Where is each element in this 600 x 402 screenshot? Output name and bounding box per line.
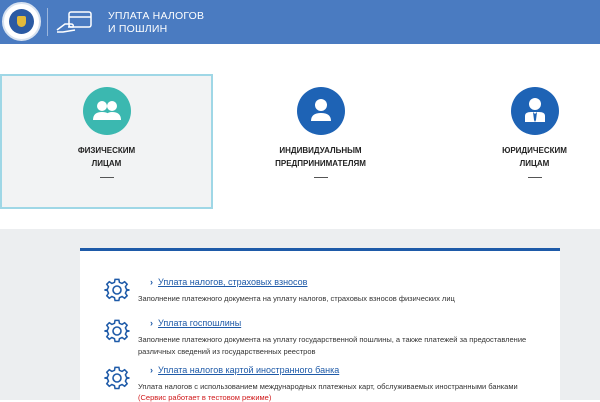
- services-panel: › Уплата налогов, страховых взносов Запол…: [80, 248, 560, 402]
- card-payment-icon: [56, 11, 92, 33]
- category-entrepreneurs[interactable]: ИНДИВИДУАЛЬНЫМ ПРЕДПРИНИМАТЕЛЯМ: [214, 74, 427, 209]
- service-link[interactable]: › Уплата налогов картой иностранного банк…: [150, 365, 339, 375]
- category-label-line2: ЛИЦАМ: [519, 159, 550, 168]
- gear-icon: [104, 319, 130, 343]
- category-label: ИНДИВИДУАЛЬНЫМ ПРЕДПРИНИМАТЕЛЯМ: [214, 144, 427, 170]
- eagle-shield-icon: [17, 16, 26, 27]
- chevron-right-icon: ›: [150, 318, 153, 328]
- service-link[interactable]: › Уплата госпошлины: [150, 318, 241, 328]
- service-title: Уплата налогов, страховых взносов: [158, 277, 308, 287]
- card-dash: [99, 177, 114, 178]
- chevron-right-icon: ›: [150, 277, 153, 287]
- chevron-right-icon: ›: [150, 365, 153, 375]
- category-label: ФИЗИЧЕСКИМ ЛИЦАМ: [2, 144, 211, 170]
- category-individuals[interactable]: ФИЗИЧЕСКИМ ЛИЦАМ: [0, 74, 213, 209]
- person-icon: [296, 87, 345, 135]
- category-label-line1: ИНДИВИДУАЛЬНЫМ: [279, 146, 362, 155]
- service-link[interactable]: › Уплата налогов, страховых взносов: [150, 277, 307, 287]
- emblem-icon: [9, 9, 34, 34]
- service-description: Заполнение платежного документа на уплат…: [138, 294, 455, 303]
- gear-icon: [104, 278, 130, 302]
- header-title-line2: И ПОШЛИН: [108, 23, 168, 35]
- gear-icon: [104, 366, 130, 390]
- people-icon: [82, 87, 131, 135]
- fns-logo[interactable]: [2, 2, 41, 41]
- service-title: Уплата налогов картой иностранного банка: [158, 365, 340, 375]
- service-title: Уплата госпошлины: [158, 318, 242, 328]
- card-dash: [313, 177, 328, 178]
- card-dash: [527, 177, 542, 178]
- test-mode-note: (Сервис работает в тестовом режиме): [138, 393, 272, 402]
- category-label-line2: ПРЕДПРИНИМАТЕЛЯМ: [275, 159, 366, 168]
- header-divider: [47, 8, 48, 36]
- service-description: Уплата налогов с использованием междунар…: [138, 382, 518, 391]
- category-label-line1: ЮРИДИЧЕСКИМ: [502, 146, 567, 155]
- top-header: УПЛАТА НАЛОГОВ И ПОШЛИН: [0, 0, 600, 44]
- category-legal-entities[interactable]: ЮРИДИЧЕСКИМ ЛИЦАМ: [428, 74, 600, 209]
- service-description: Заполнение платежного документа на уплат…: [138, 335, 527, 356]
- businessman-icon: [510, 87, 559, 135]
- category-label-line1: ФИЗИЧЕСКИМ: [77, 146, 136, 155]
- header-title-line1: УПЛАТА НАЛОГОВ: [108, 10, 205, 22]
- category-label-line2: ЛИЦАМ: [91, 159, 122, 168]
- category-label: ЮРИДИЧЕСКИМ ЛИЦАМ: [428, 144, 600, 170]
- header-title[interactable]: УПЛАТА НАЛОГОВ И ПОШЛИН: [108, 10, 204, 36]
